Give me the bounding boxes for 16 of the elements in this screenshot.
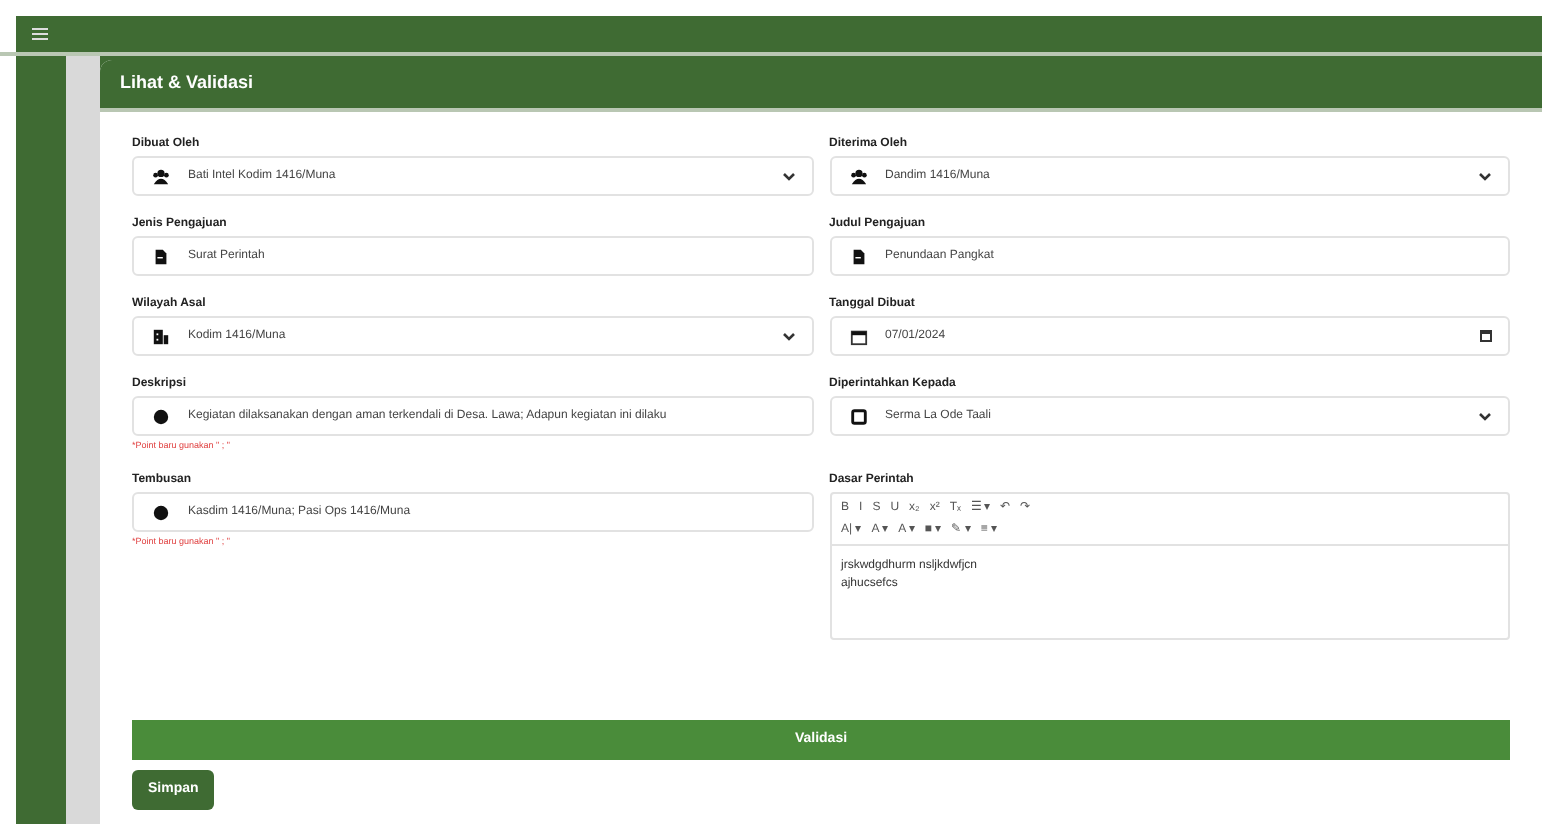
file-icon	[849, 247, 867, 265]
users-icon	[152, 167, 170, 185]
file-icon	[152, 247, 170, 265]
circle-icon	[152, 407, 170, 425]
calendar-icon[interactable]	[1480, 330, 1492, 342]
chevron-down-icon	[1478, 171, 1492, 181]
menu-icon[interactable]	[32, 28, 48, 40]
card-title: Lihat & Validasi	[120, 70, 254, 97]
chevron-down-icon	[1478, 411, 1492, 421]
circle-icon	[152, 503, 170, 521]
chevron-down-icon	[781, 171, 795, 181]
users-icon	[849, 167, 867, 185]
calendar-icon	[849, 327, 867, 345]
chevron-down-icon	[781, 331, 795, 341]
square-icon	[849, 407, 867, 425]
building-icon	[152, 327, 170, 345]
